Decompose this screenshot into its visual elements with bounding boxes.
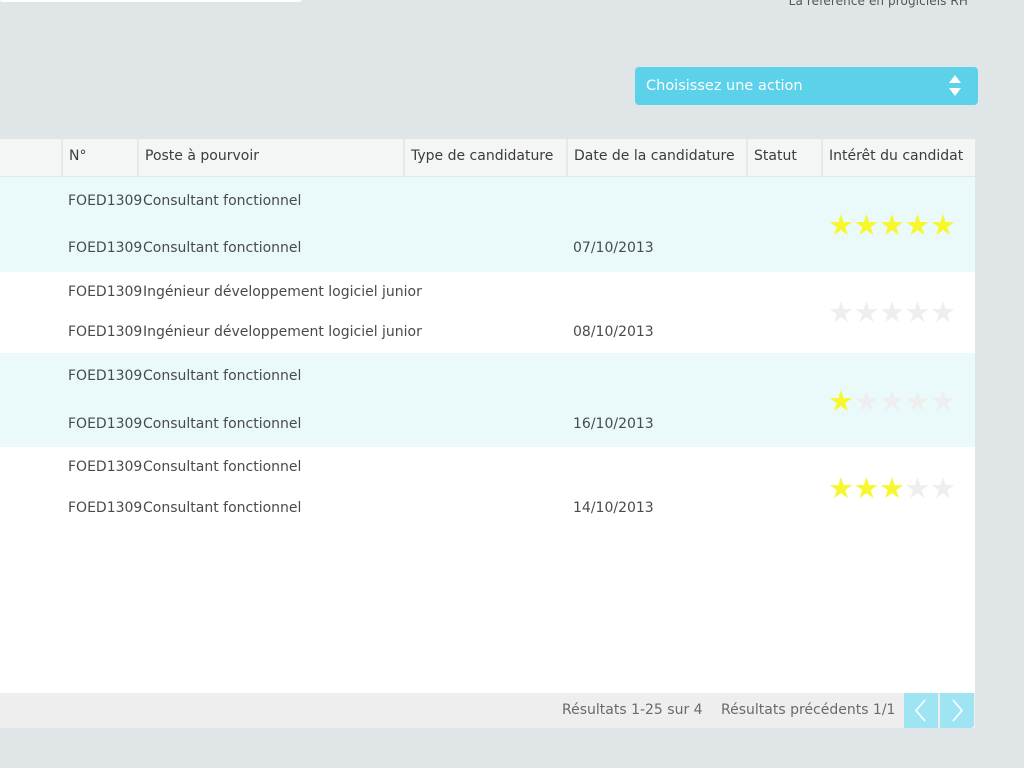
- previous-page-button[interactable]: [904, 693, 938, 728]
- star-icon[interactable]: ★: [879, 211, 905, 240]
- search-input-edge[interactable]: [0, 0, 302, 2]
- column-header-select[interactable]: [0, 139, 61, 176]
- rating-stars[interactable]: ★ ★ ★ ★ ★: [828, 298, 956, 327]
- column-header-poste[interactable]: Poste à pourvoir: [137, 139, 403, 176]
- cell-numero: FOED1309: [68, 500, 143, 516]
- table-header: N° Poste à pourvoir Type de candidature …: [0, 139, 975, 177]
- cell-poste: Consultant fonctionnel: [143, 368, 302, 384]
- star-icon[interactable]: ★: [854, 298, 880, 327]
- sort-updown-icon: [949, 75, 961, 97]
- column-header-numero[interactable]: N°: [61, 139, 137, 176]
- action-select-label: Choisissez une action: [646, 78, 803, 94]
- table-row[interactable]: FOED1309 Ingénieur développement logicie…: [0, 272, 975, 353]
- action-select[interactable]: Choisissez une action: [635, 67, 978, 105]
- column-header-interet[interactable]: Intérêt du candidat: [821, 139, 975, 176]
- cell-numero: FOED1309: [68, 459, 143, 475]
- cell-poste: Consultant fonctionnel: [143, 500, 302, 516]
- star-icon[interactable]: ★: [879, 298, 905, 327]
- star-icon[interactable]: ★: [828, 474, 854, 503]
- cell-poste: Consultant fonctionnel: [143, 240, 302, 256]
- star-icon[interactable]: ★: [854, 387, 880, 416]
- star-icon[interactable]: ★: [879, 474, 905, 503]
- cell-date: 07/10/2013: [573, 240, 654, 256]
- star-icon[interactable]: ★: [905, 387, 931, 416]
- star-icon[interactable]: ★: [905, 298, 931, 327]
- cell-date: 08/10/2013: [573, 324, 654, 340]
- cell-date: 14/10/2013: [573, 500, 654, 516]
- cell-numero: FOED1309: [68, 193, 143, 209]
- chevron-left-icon: [914, 699, 926, 722]
- star-icon[interactable]: ★: [828, 298, 854, 327]
- star-icon[interactable]: ★: [930, 387, 956, 416]
- star-icon[interactable]: ★: [854, 211, 880, 240]
- chevron-right-icon: [952, 699, 964, 722]
- star-icon[interactable]: ★: [930, 298, 956, 327]
- brand-tagline: La référence en progiciels RH: [788, 0, 968, 8]
- results-count: Résultats 1-25 sur 4: [562, 702, 703, 718]
- rating-stars[interactable]: ★ ★ ★ ★ ★: [828, 387, 956, 416]
- star-icon[interactable]: ★: [930, 474, 956, 503]
- table-row[interactable]: FOED1309 Consultant fonctionnel FOED1309…: [0, 353, 975, 447]
- table-row[interactable]: FOED1309 Consultant fonctionnel FOED1309…: [0, 177, 975, 272]
- table-row[interactable]: FOED1309 Consultant fonctionnel FOED1309…: [0, 447, 975, 533]
- column-header-date[interactable]: Date de la candidature: [566, 139, 746, 176]
- star-icon[interactable]: ★: [905, 211, 931, 240]
- cell-poste: Consultant fonctionnel: [143, 193, 302, 209]
- cell-numero: FOED1309: [68, 240, 143, 256]
- cell-numero: FOED1309: [68, 324, 143, 340]
- star-icon[interactable]: ★: [828, 211, 854, 240]
- cell-poste: Ingénieur développement logiciel junior: [143, 284, 422, 300]
- cell-numero: FOED1309: [68, 416, 143, 432]
- cell-poste: Ingénieur développement logiciel junior: [143, 324, 422, 340]
- star-icon[interactable]: ★: [930, 211, 956, 240]
- cell-poste: Consultant fonctionnel: [143, 459, 302, 475]
- cell-date: 16/10/2013: [573, 416, 654, 432]
- previous-results-link[interactable]: Résultats précédents 1/1: [721, 693, 895, 727]
- column-header-type[interactable]: Type de candidature: [403, 139, 566, 176]
- star-icon[interactable]: ★: [828, 387, 854, 416]
- next-page-button[interactable]: [940, 693, 974, 728]
- rating-stars[interactable]: ★ ★ ★ ★ ★: [828, 211, 956, 240]
- rating-stars[interactable]: ★ ★ ★ ★ ★: [828, 474, 956, 503]
- star-icon[interactable]: ★: [854, 474, 880, 503]
- cell-poste: Consultant fonctionnel: [143, 416, 302, 432]
- star-icon[interactable]: ★: [905, 474, 931, 503]
- column-header-statut[interactable]: Statut: [746, 139, 821, 176]
- pagination-bar: Résultats 1-25 sur 4 Résultats précédent…: [0, 693, 975, 728]
- cell-numero: FOED1309: [68, 284, 143, 300]
- star-icon[interactable]: ★: [879, 387, 905, 416]
- applications-table: N° Poste à pourvoir Type de candidature …: [0, 139, 975, 728]
- cell-numero: FOED1309: [68, 368, 143, 384]
